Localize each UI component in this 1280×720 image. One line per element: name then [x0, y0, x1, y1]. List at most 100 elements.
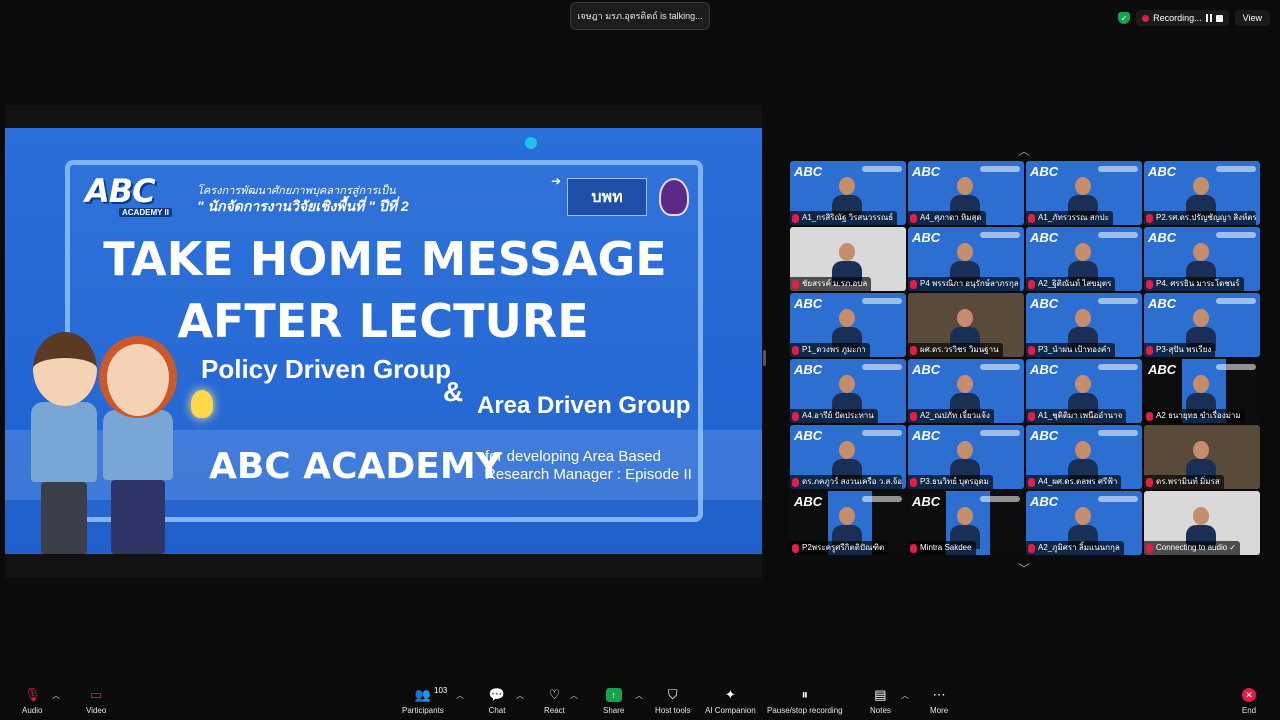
- more-button[interactable]: ⋯ More: [930, 686, 948, 715]
- participant-name: A2_ภูมิศรา ลิ้มแนนกกุล: [1038, 543, 1120, 552]
- participant-tile[interactable]: ABC A4_ผศ.ดร.ตลพร ศรีฟ้า: [1026, 425, 1142, 489]
- virtual-background-logo: ABC: [794, 164, 823, 179]
- participant-tile[interactable]: ABC P3.ธนวิทย์ บุตรอุดม: [908, 425, 1024, 489]
- participant-tile[interactable]: ABC A2_ภูมิศรา ลิ้มแนนกกุล: [1026, 491, 1142, 555]
- virtual-background-logos: [1098, 364, 1138, 370]
- participant-name-tag: A1_ภัทรวรรณ สกปะ: [1026, 211, 1113, 225]
- chat-button[interactable]: 💬 Chat: [488, 686, 506, 715]
- share-screen-icon: ↑: [605, 686, 623, 704]
- participant-name-tag: ผศ.ดร.วรวิชร วิมนฐาน: [908, 343, 1003, 357]
- react-button[interactable]: ♡ React: [544, 686, 565, 715]
- participant-tile[interactable]: Connecting to audio ✓: [1144, 491, 1260, 555]
- participant-name: P2พระครูศรีกิตติปัณฑิต: [802, 543, 885, 552]
- virtual-background-logos: [980, 496, 1020, 502]
- virtual-background-logo: ABC: [794, 494, 823, 509]
- muted-microphone-icon: [1146, 543, 1153, 553]
- audio-options-chevron-icon[interactable]: ︿: [52, 690, 60, 701]
- view-button[interactable]: View: [1234, 10, 1270, 26]
- area-driven-group: Area Driven Group: [477, 392, 691, 419]
- participant-tile[interactable]: ABC A2_ณปภัท เจี๋ยวแจ้ง: [908, 359, 1024, 423]
- participants-label: Participants: [402, 706, 444, 715]
- gallery-scroll-up-icon[interactable]: ︿: [1018, 142, 1030, 159]
- virtual-background-logo: ABC: [912, 428, 941, 443]
- participant-name-tag: A2_ภูมิศรา ลิ้มแนนกกุล: [1026, 541, 1124, 555]
- share-button[interactable]: ↑ Share: [603, 686, 624, 715]
- participant-tile[interactable]: ABC A1_ภัทรวรรณ สกปะ: [1026, 161, 1142, 225]
- virtual-background-logos: [1098, 166, 1138, 172]
- participant-tile[interactable]: ABC A1_ชุติติมา เพนืออำนาจ: [1026, 359, 1142, 423]
- encryption-shield-icon[interactable]: ✓: [1118, 12, 1131, 24]
- participant-tile[interactable]: ผศ.ดร.วรวิชร วิมนฐาน: [908, 293, 1024, 357]
- participant-name: Connecting to audio ✓: [1156, 543, 1237, 552]
- gallery-scroll-down-icon[interactable]: ﹀: [1018, 560, 1030, 577]
- virtual-background-logos: [1098, 430, 1138, 436]
- participant-tile[interactable]: ชัยสรรค์ ม.รภ.อบล: [790, 227, 906, 291]
- participant-tile[interactable]: ABC P1_ดวงพร ภูมะกา: [790, 293, 906, 357]
- react-options-chevron-icon[interactable]: ︿: [570, 690, 578, 701]
- slide-heading-line1: TAKE HOME MESSAGE: [103, 232, 667, 286]
- participant-name: A1_กรสิริณัฐ วิรสนวรรณธ์: [802, 213, 894, 222]
- participant-tile[interactable]: ABC P2.รศ.ดร.ปรัญชัญญา สิงห์ตระ: [1144, 161, 1260, 225]
- more-label: More: [930, 706, 949, 715]
- participant-name: A4_ผศ.ดร.ตลพร ศรีฟ้า: [1038, 477, 1118, 486]
- chat-icon: 💬: [488, 687, 506, 702]
- heart-icon: ♡: [548, 687, 561, 702]
- ampersand: &: [443, 376, 464, 407]
- participant-tile[interactable]: ABC P4 พรรณิภา อนุรักษ์ลาภรกุล: [908, 227, 1024, 291]
- zoom-meeting-window: เจษฎา มรภ.อุตรดิตถ์ is talking... ✓ Reco…: [0, 0, 1280, 720]
- participant-tile[interactable]: ABC A4_ศุภาดา หิมสุด: [908, 161, 1024, 225]
- virtual-background-logos: [1098, 232, 1138, 238]
- participant-tile[interactable]: ABC A4.อารีย์ ปัตประทาน: [790, 359, 906, 423]
- notes-options-chevron-icon[interactable]: ︿: [901, 690, 909, 701]
- muted-microphone-icon: [910, 345, 917, 355]
- participant-tile[interactable]: ABC A2 ธนายุทธ ขำเรื่องม่าม: [1144, 359, 1260, 423]
- audio-button[interactable]: 🎙 Audio: [22, 686, 42, 715]
- pause-recording-icon[interactable]: [1205, 14, 1212, 22]
- participant-name-tag: P3-สุปัน พรเรียง: [1144, 343, 1216, 357]
- participant-tile[interactable]: ABC P3_นำผน เป้าทองคำ: [1026, 293, 1142, 357]
- participant-tile[interactable]: ABC A2_ฐิติณันท์ ไสขมุตร: [1026, 227, 1142, 291]
- host-tools-button[interactable]: ⛉ Host tools: [655, 686, 691, 715]
- muted-microphone-icon: [1146, 279, 1153, 289]
- end-meeting-button[interactable]: ✕ End: [1240, 686, 1258, 715]
- ai-companion-label: AI Companion: [705, 706, 756, 715]
- abc-logo-text: ABC: [85, 172, 156, 210]
- participant-name: ดร.ภคภูวร์ สงวนเครือ ว.ส.จ้อ...: [802, 477, 902, 486]
- muted-microphone-icon: [910, 411, 917, 421]
- cartoon-girl-illustration: [93, 336, 189, 554]
- participant-tile[interactable]: ABC P4. ศรรธิน มาระโดชนร์: [1144, 227, 1260, 291]
- participant-tile[interactable]: ABC ดร.ภคภูวร์ สงวนเครือ ว.ส.จ้อ...: [790, 425, 906, 489]
- virtual-background-logos: [980, 364, 1020, 370]
- ai-companion-button[interactable]: ✦ AI Companion: [705, 686, 756, 715]
- participant-tile[interactable]: ABC A1_กรสิริณัฐ วิรสนวรรณธ์: [790, 161, 906, 225]
- participant-tile[interactable]: ABC P2พระครูศรีกิตติปัณฑิต: [790, 491, 906, 555]
- recording-label: Recording...: [1153, 13, 1202, 23]
- video-button[interactable]: ▭ Video: [86, 686, 106, 715]
- participant-name-tag: A2 ธนายุทธ ขำเรื่องม่าม: [1144, 409, 1245, 423]
- pause-stop-recording-button[interactable]: ⏸ Pause/stop recording: [767, 686, 843, 715]
- participant-name-tag: Connecting to audio ✓: [1144, 541, 1241, 555]
- participants-count: 103: [434, 686, 448, 695]
- participant-name-tag: P1_ดวงพร ภูมะกา: [790, 343, 870, 357]
- participant-name-tag: A1_กรสิริณัฐ วิรสนวรรณธ์: [790, 211, 898, 225]
- band-subtitle-line2: Research Manager : Episode II: [485, 466, 692, 483]
- panel-resize-handle[interactable]: [763, 350, 766, 366]
- share-options-chevron-icon[interactable]: ︿: [635, 690, 643, 701]
- participant-tile[interactable]: ABC P3-สุปัน พรเรียง: [1144, 293, 1260, 357]
- virtual-background-logo: ABC: [794, 428, 823, 443]
- participant-name: P3.ธนวิทย์ บุตรอุดม: [920, 477, 989, 486]
- arrow-right-icon: ➜: [551, 174, 562, 188]
- participant-name-tag: P4. ศรรธิน มาระโดชนร์: [1144, 277, 1244, 291]
- participant-name-tag: P4 พรรณิภา อนุรักษ์ลาภรกุล: [908, 277, 1020, 291]
- participant-tile[interactable]: ABC Mintra Sakdee: [908, 491, 1024, 555]
- participant-tile[interactable]: ดร.พรามินท์ มิ่มรส: [1144, 425, 1260, 489]
- stop-recording-icon[interactable]: [1215, 14, 1223, 22]
- notes-button[interactable]: ▤ Notes: [870, 686, 891, 715]
- participants-icon: 👥: [414, 687, 431, 702]
- participants-options-chevron-icon[interactable]: ︿: [456, 690, 464, 701]
- participant-name: ผศ.ดร.วรวิชร วิมนฐาน: [920, 345, 999, 354]
- participant-name: P1_ดวงพร ภูมะกา: [802, 345, 866, 354]
- participant-name-tag: A4_ศุภาดา หิมสุด: [908, 211, 986, 225]
- chat-options-chevron-icon[interactable]: ︿: [516, 690, 524, 701]
- muted-microphone-icon: [1028, 477, 1035, 487]
